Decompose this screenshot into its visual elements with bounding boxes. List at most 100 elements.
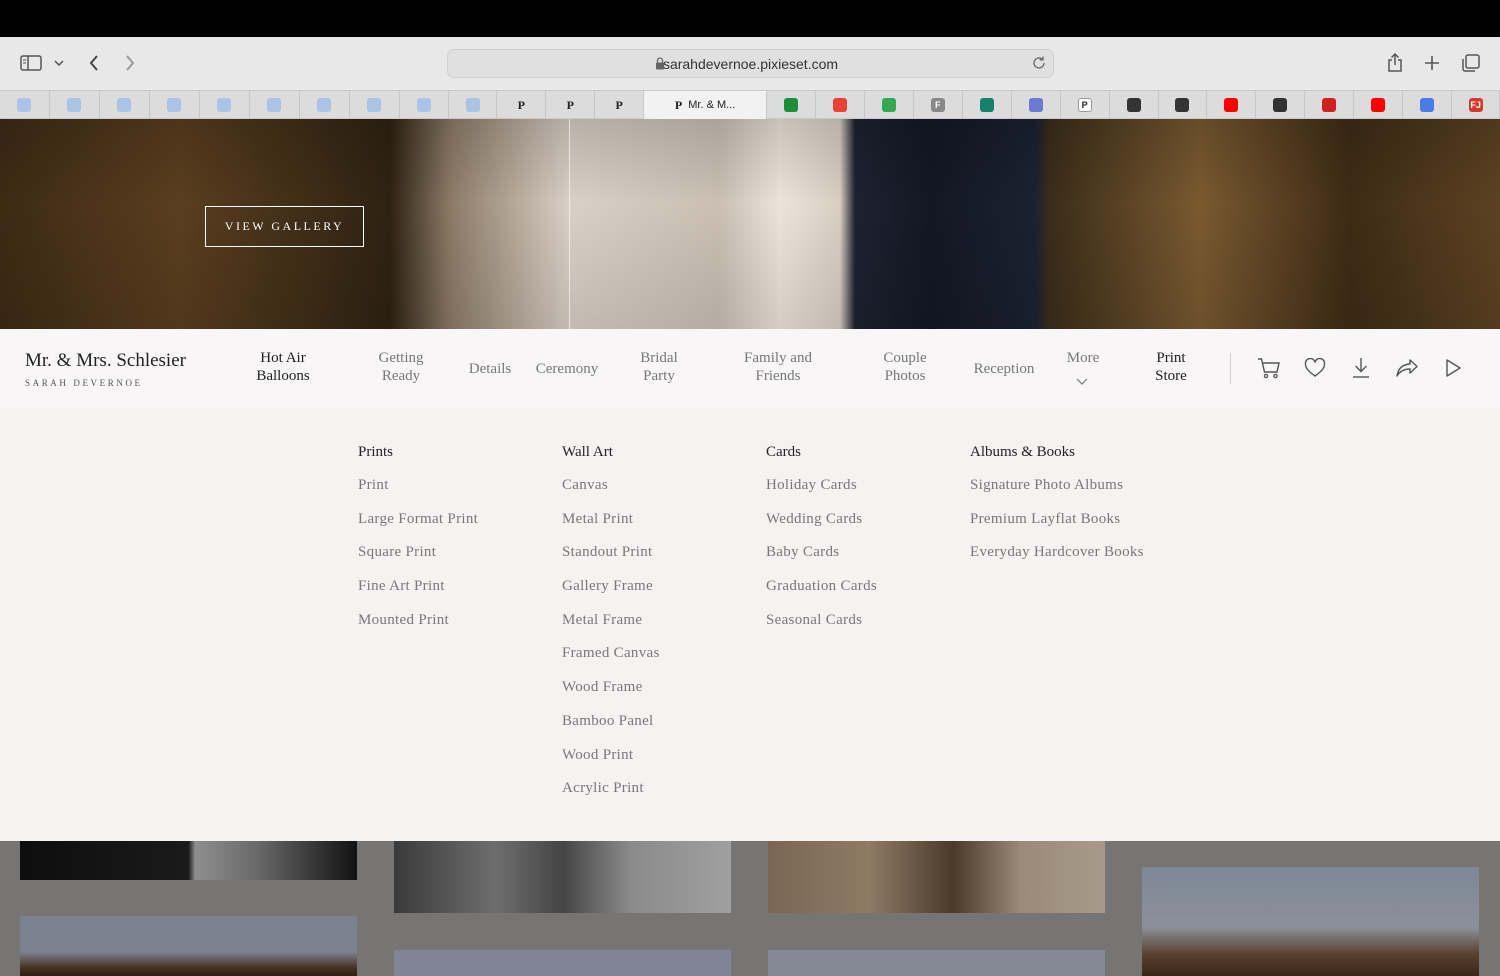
- reload-icon[interactable]: [1031, 55, 1047, 76]
- gallery-photo[interactable]: [768, 841, 1105, 913]
- tab-favicon-icon: [1273, 98, 1288, 112]
- nav-details[interactable]: Details: [464, 360, 516, 378]
- browser-tab[interactable]: [963, 91, 1012, 119]
- menu-item[interactable]: Framed Canvas: [562, 645, 660, 663]
- menu-item[interactable]: Acrylic Print: [562, 780, 660, 798]
- chevron-down-icon[interactable]: [48, 50, 70, 76]
- address-bar[interactable]: sarahdevernoe.pixieset.com: [447, 49, 1054, 78]
- nav-bridal-party[interactable]: Bridal Party: [634, 349, 684, 385]
- menu-item[interactable]: Graduation Cards: [766, 578, 877, 596]
- menu-item[interactable]: Bamboo Panel: [562, 713, 660, 731]
- menu-item[interactable]: Canvas: [562, 477, 660, 495]
- browser-tab[interactable]: [1403, 91, 1453, 119]
- hero-image: VIEW GALLERY: [0, 119, 1500, 329]
- browser-tab[interactable]: [1159, 91, 1208, 119]
- print-store-menu: Prints Print Large Format Print Square Pri…: [0, 408, 1500, 841]
- share-icon[interactable]: [1382, 50, 1408, 76]
- menu-item[interactable]: Print: [358, 477, 478, 495]
- browser-tab[interactable]: [1207, 91, 1257, 119]
- tab-favicon-icon: [1224, 98, 1239, 112]
- view-gallery-button[interactable]: VIEW GALLERY: [205, 206, 364, 247]
- browser-tab[interactable]: P: [595, 91, 645, 119]
- tab-favicon-icon: [783, 98, 798, 112]
- browser-tab[interactable]: P: [546, 91, 596, 119]
- browser-tab[interactable]: [300, 91, 350, 119]
- menu-item[interactable]: Wedding Cards: [766, 511, 877, 529]
- new-tab-icon[interactable]: [1419, 50, 1445, 76]
- menu-item[interactable]: Seasonal Cards: [766, 612, 877, 630]
- browser-tab[interactable]: [400, 91, 450, 119]
- nav-ceremony[interactable]: Ceremony: [532, 360, 602, 378]
- menu-item[interactable]: Gallery Frame: [562, 578, 660, 596]
- browser-tab[interactable]: [1110, 91, 1159, 119]
- menu-item[interactable]: Holiday Cards: [766, 477, 877, 495]
- nav-reception[interactable]: Reception: [968, 360, 1040, 378]
- browser-tab[interactable]: [150, 91, 200, 119]
- menu-item[interactable]: Wood Frame: [562, 679, 660, 697]
- site-title[interactable]: Mr. & Mrs. Schlesier: [25, 350, 186, 372]
- nav-divider: [1230, 353, 1231, 384]
- menu-item[interactable]: Everyday Hardcover Books: [970, 544, 1144, 562]
- browser-tab[interactable]: F: [914, 91, 963, 119]
- menu-item[interactable]: Large Format Print: [358, 511, 478, 529]
- browser-tab[interactable]: [449, 91, 498, 119]
- nav-getting-ready[interactable]: Getting Ready: [371, 349, 431, 385]
- browser-tab[interactable]: [1354, 91, 1404, 119]
- gallery-photo[interactable]: [394, 950, 731, 976]
- browser-tab[interactable]: [250, 91, 300, 119]
- tab-favicon-icon: [67, 98, 82, 112]
- browser-tab[interactable]: [1256, 91, 1306, 119]
- slideshow-play-icon[interactable]: [1441, 356, 1465, 380]
- nav-print-store[interactable]: Print Store: [1146, 349, 1196, 385]
- gallery-photo[interactable]: [1142, 867, 1479, 976]
- menu-heading[interactable]: Albums & Books: [970, 444, 1144, 462]
- menu-item[interactable]: Signature Photo Albums: [970, 477, 1144, 495]
- sidebar-toggle-icon[interactable]: [18, 50, 44, 76]
- back-icon[interactable]: [81, 50, 107, 76]
- chevron-down-icon[interactable]: [1076, 373, 1088, 391]
- tab-favicon-icon: [317, 98, 332, 112]
- gallery-photo[interactable]: [20, 916, 357, 976]
- browser-tab[interactable]: [767, 91, 816, 119]
- browser-tab[interactable]: P: [497, 91, 547, 119]
- cart-icon[interactable]: [1257, 356, 1281, 380]
- forward-icon[interactable]: [117, 50, 143, 76]
- heart-icon[interactable]: [1303, 356, 1327, 380]
- menu-item[interactable]: Fine Art Print: [358, 578, 478, 596]
- browser-tab[interactable]: FJ: [1452, 91, 1500, 119]
- browser-tab[interactable]: [1305, 91, 1355, 119]
- menu-heading[interactable]: Cards: [766, 444, 877, 462]
- nav-family-and-friends[interactable]: Family and Friends: [738, 349, 818, 385]
- menu-item[interactable]: Metal Print: [562, 511, 660, 529]
- browser-tab[interactable]: [350, 91, 400, 119]
- download-icon[interactable]: [1349, 356, 1373, 380]
- browser-tab[interactable]: [816, 91, 865, 119]
- menu-item[interactable]: Square Print: [358, 544, 478, 562]
- browser-tab[interactable]: [0, 91, 50, 119]
- gallery-photo[interactable]: [20, 841, 357, 880]
- browser-tab[interactable]: [50, 91, 100, 119]
- menu-item[interactable]: Baby Cards: [766, 544, 877, 562]
- gallery-photo[interactable]: [768, 950, 1105, 976]
- browser-tab[interactable]: [1012, 91, 1061, 119]
- gallery-photo[interactable]: [394, 841, 731, 913]
- nav-hot-air-balloons[interactable]: Hot Air Balloons: [249, 349, 317, 385]
- tab-favicon-icon: [167, 98, 182, 112]
- browser-tab[interactable]: [100, 91, 150, 119]
- share-icon[interactable]: [1395, 356, 1419, 380]
- menu-item[interactable]: Standout Print: [562, 544, 660, 562]
- menu-heading[interactable]: Prints: [358, 444, 478, 462]
- browser-tab[interactable]: [865, 91, 914, 119]
- menu-item[interactable]: Premium Layflat Books: [970, 511, 1144, 529]
- nav-couple-photos[interactable]: Couple Photos: [876, 349, 934, 385]
- browser-tab[interactable]: [200, 91, 250, 119]
- menu-item[interactable]: Wood Print: [562, 747, 660, 765]
- menu-item[interactable]: Metal Frame: [562, 612, 660, 630]
- menu-heading[interactable]: Wall Art: [562, 444, 660, 462]
- tab-overview-icon[interactable]: [1458, 50, 1484, 76]
- tab-favicon-icon: [1175, 98, 1190, 112]
- browser-tab[interactable]: P: [1061, 91, 1110, 119]
- tab-active[interactable]: P Mr. & M...: [644, 91, 768, 119]
- nav-more[interactable]: More: [1062, 349, 1104, 367]
- menu-item[interactable]: Mounted Print: [358, 612, 478, 630]
